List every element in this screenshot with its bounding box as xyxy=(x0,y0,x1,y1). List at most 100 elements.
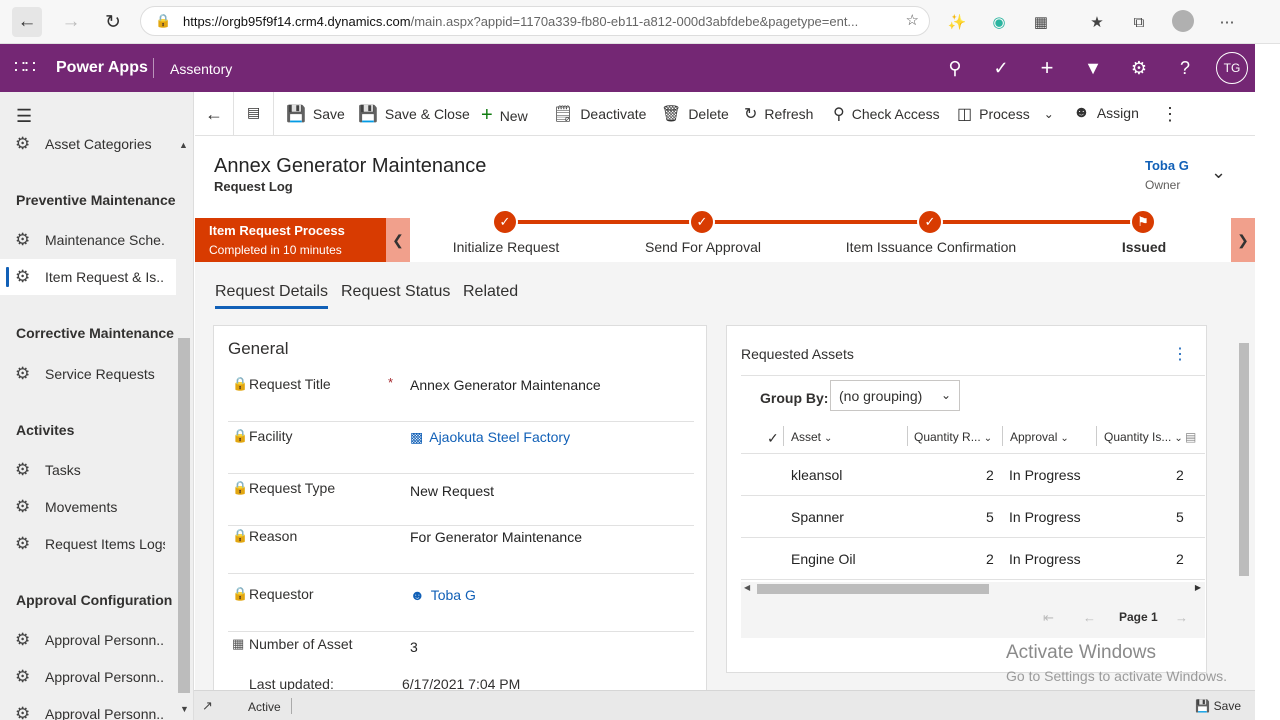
hamburger-menu-icon[interactable]: ☰ xyxy=(16,106,32,127)
table-row[interactable]: Engine Oil 2 In Progress 2 xyxy=(741,538,1205,580)
form-selector-icon[interactable]: ▤ xyxy=(247,104,260,121)
more-commands-icon[interactable]: ⋮ xyxy=(1161,104,1179,125)
back-button[interactable]: ← xyxy=(205,104,223,125)
check-icon[interactable]: ✓ xyxy=(917,209,943,235)
reload-icon[interactable]: ↻ xyxy=(98,7,128,37)
process-summary[interactable]: Item Request Process Completed in 10 min… xyxy=(195,218,386,262)
cell-asset[interactable]: kleansol xyxy=(791,467,842,483)
facility-lookup-link[interactable]: ▩ Ajaokuta Steel Factory xyxy=(410,429,570,446)
chevron-left-icon[interactable]: ❮ xyxy=(386,218,410,262)
table-row[interactable]: Spanner 5 In Progress 5 xyxy=(741,496,1205,538)
column-header-approval[interactable]: Approval ⌄ xyxy=(1010,430,1069,444)
gear-icon[interactable]: ⚙ xyxy=(1127,56,1151,80)
address-bar[interactable]: 🔒 https://orgb95f9f14.crm4.dynamics.com/… xyxy=(140,6,930,36)
more-options-icon[interactable]: ⋮ xyxy=(1172,344,1188,364)
collections-icon[interactable]: ⧉ xyxy=(1126,9,1152,35)
scrollbar-thumb[interactable] xyxy=(1239,343,1249,576)
assign-button[interactable]: ☻ Assign xyxy=(1073,104,1139,122)
search-icon[interactable]: ⚲ xyxy=(943,56,967,80)
sidebar-item-label: Maintenance Sche... xyxy=(45,232,165,248)
check-access-button[interactable]: ⚲ Check Access xyxy=(833,104,940,124)
save-button[interactable]: 💾 Save xyxy=(286,104,345,124)
deactivate-button[interactable]: 🗒 Deactivate xyxy=(553,104,646,124)
flag-icon[interactable]: ⚑ xyxy=(1130,209,1156,235)
save-close-button[interactable]: 💾 Save & Close xyxy=(358,104,470,124)
delete-button[interactable]: 🗑 Delete xyxy=(661,104,729,124)
first-page-icon[interactable]: ⇤ xyxy=(1043,610,1054,626)
field-value[interactable]: New Request xyxy=(410,483,494,499)
filter-icon[interactable]: ▼ xyxy=(1081,56,1105,80)
check-icon[interactable]: ✓ xyxy=(689,209,715,235)
next-page-icon[interactable]: → xyxy=(1175,610,1188,625)
form-vertical-scrollbar[interactable] xyxy=(1238,328,1249,688)
extension-circle-icon[interactable]: ◉ xyxy=(986,9,1012,35)
cell-asset[interactable]: Engine Oil xyxy=(791,551,856,567)
group-by-select[interactable]: (no grouping) ⌄ xyxy=(830,380,960,411)
back-arrow-icon[interactable]: ← xyxy=(12,7,42,37)
sidebar-item-movements[interactable]: ⚙ Movements xyxy=(0,489,176,525)
sidebar-item-service-requests[interactable]: ⚙ Service Requests xyxy=(0,356,176,392)
scrollbar-thumb[interactable] xyxy=(757,584,989,594)
sidebar-item-approval-personnel[interactable]: ⚙ Approval Personn... xyxy=(0,622,176,658)
brand-title[interactable]: Power Apps xyxy=(56,59,148,77)
owner-link[interactable]: Toba G xyxy=(1145,158,1189,173)
refresh-button[interactable]: ↻ Refresh xyxy=(744,104,813,124)
column-settings-icon[interactable]: ▤ xyxy=(1185,430,1196,444)
extension-icon[interactable]: ✨ xyxy=(944,9,970,35)
sidebar-item-approval-personnel[interactable]: ⚙ Approval Personn... xyxy=(0,696,176,720)
column-header-quantity-requested[interactable]: Quantity R... ⌄ xyxy=(914,430,992,444)
task-check-icon[interactable]: ✓ xyxy=(989,56,1013,80)
chevron-down-icon[interactable]: ⌄ xyxy=(1211,162,1226,183)
stage-initialize-request[interactable]: Initialize Request xyxy=(453,239,560,255)
app-launcher-icon[interactable]: ∷∷ xyxy=(14,57,36,78)
favorite-star-icon[interactable]: ☆ xyxy=(906,11,919,29)
user-avatar[interactable]: TG xyxy=(1216,52,1248,84)
sidebar-item-maintenance-schedule[interactable]: ⚙ Maintenance Sche... xyxy=(0,222,176,258)
scroll-left-icon[interactable]: ◀ xyxy=(744,583,750,592)
selenium-extension-icon[interactable]: ▦ xyxy=(1028,9,1054,35)
tab-related[interactable]: Related xyxy=(463,283,518,301)
sidebar-item-request-items-logs[interactable]: ⚙ Request Items Logs xyxy=(0,526,176,562)
requestor-lookup-link[interactable]: ☻ Toba G xyxy=(410,587,476,603)
select-all-checkbox[interactable]: ✓ xyxy=(767,430,779,447)
sidebar-item-approval-personnel[interactable]: ⚙ Approval Personn... xyxy=(0,659,176,695)
browser-profile-avatar[interactable] xyxy=(1172,10,1194,32)
puzzle-icon: ⚙ xyxy=(15,667,31,686)
stage-issued[interactable]: Issued xyxy=(1122,239,1166,255)
header-divider xyxy=(153,58,154,78)
sidebar-item-asset-categories[interactable]: ⚙ Asset Categories xyxy=(0,126,176,162)
process-name: Item Request Process xyxy=(209,223,345,238)
stage-send-for-approval[interactable]: Send For Approval xyxy=(645,239,761,255)
favorites-icon[interactable]: ★ xyxy=(1084,9,1110,35)
sidebar-scrollbar[interactable] xyxy=(178,338,190,693)
chevron-right-icon[interactable]: ❯ xyxy=(1231,218,1255,262)
new-button[interactable]: + New xyxy=(481,104,528,127)
grid-horizontal-scrollbar[interactable]: ◀ ▶ xyxy=(741,582,1205,596)
column-header-quantity-issued[interactable]: Quantity Is... ⌄ xyxy=(1104,430,1183,444)
process-button[interactable]: ◫ Process ⌄ xyxy=(957,104,1054,124)
tab-request-status[interactable]: Request Status xyxy=(341,283,450,301)
field-value[interactable]: 3 xyxy=(410,639,418,655)
collapse-caret-icon[interactable]: ▲ xyxy=(179,140,188,150)
url-text[interactable]: https://orgb95f9f14.crm4.dynamics.com/ma… xyxy=(183,14,883,29)
scroll-down-icon[interactable]: ▼ xyxy=(180,704,189,714)
footer-save-button[interactable]: 💾 Save xyxy=(1195,699,1241,713)
help-icon[interactable]: ? xyxy=(1173,56,1197,80)
app-name[interactable]: Assentory xyxy=(170,61,232,77)
column-header-asset[interactable]: Asset ⌄ xyxy=(791,430,832,444)
browser-menu-icon[interactable]: ⋯ xyxy=(1214,9,1240,35)
open-in-new-window-icon[interactable]: ↗ xyxy=(202,698,213,714)
field-value[interactable]: For Generator Maintenance xyxy=(410,529,582,545)
tab-request-details[interactable]: Request Details xyxy=(215,283,328,309)
previous-page-icon[interactable]: ← xyxy=(1083,610,1096,625)
sidebar-item-tasks[interactable]: ⚙ Tasks xyxy=(0,452,176,488)
table-row[interactable]: kleansol 2 In Progress 2 xyxy=(741,454,1205,496)
cell-asset[interactable]: Spanner xyxy=(791,509,844,525)
plus-icon[interactable]: + xyxy=(1035,55,1059,80)
check-icon[interactable]: ✓ xyxy=(492,209,518,235)
scroll-right-icon[interactable]: ▶ xyxy=(1195,583,1201,592)
sidebar-item-item-request[interactable]: ⚙ Item Request & Is... xyxy=(0,259,176,295)
stage-item-issuance-confirmation[interactable]: Item Issuance Confirmation xyxy=(846,239,1016,255)
forward-arrow-icon[interactable]: → xyxy=(56,7,86,37)
field-value[interactable]: Annex Generator Maintenance xyxy=(410,377,601,393)
